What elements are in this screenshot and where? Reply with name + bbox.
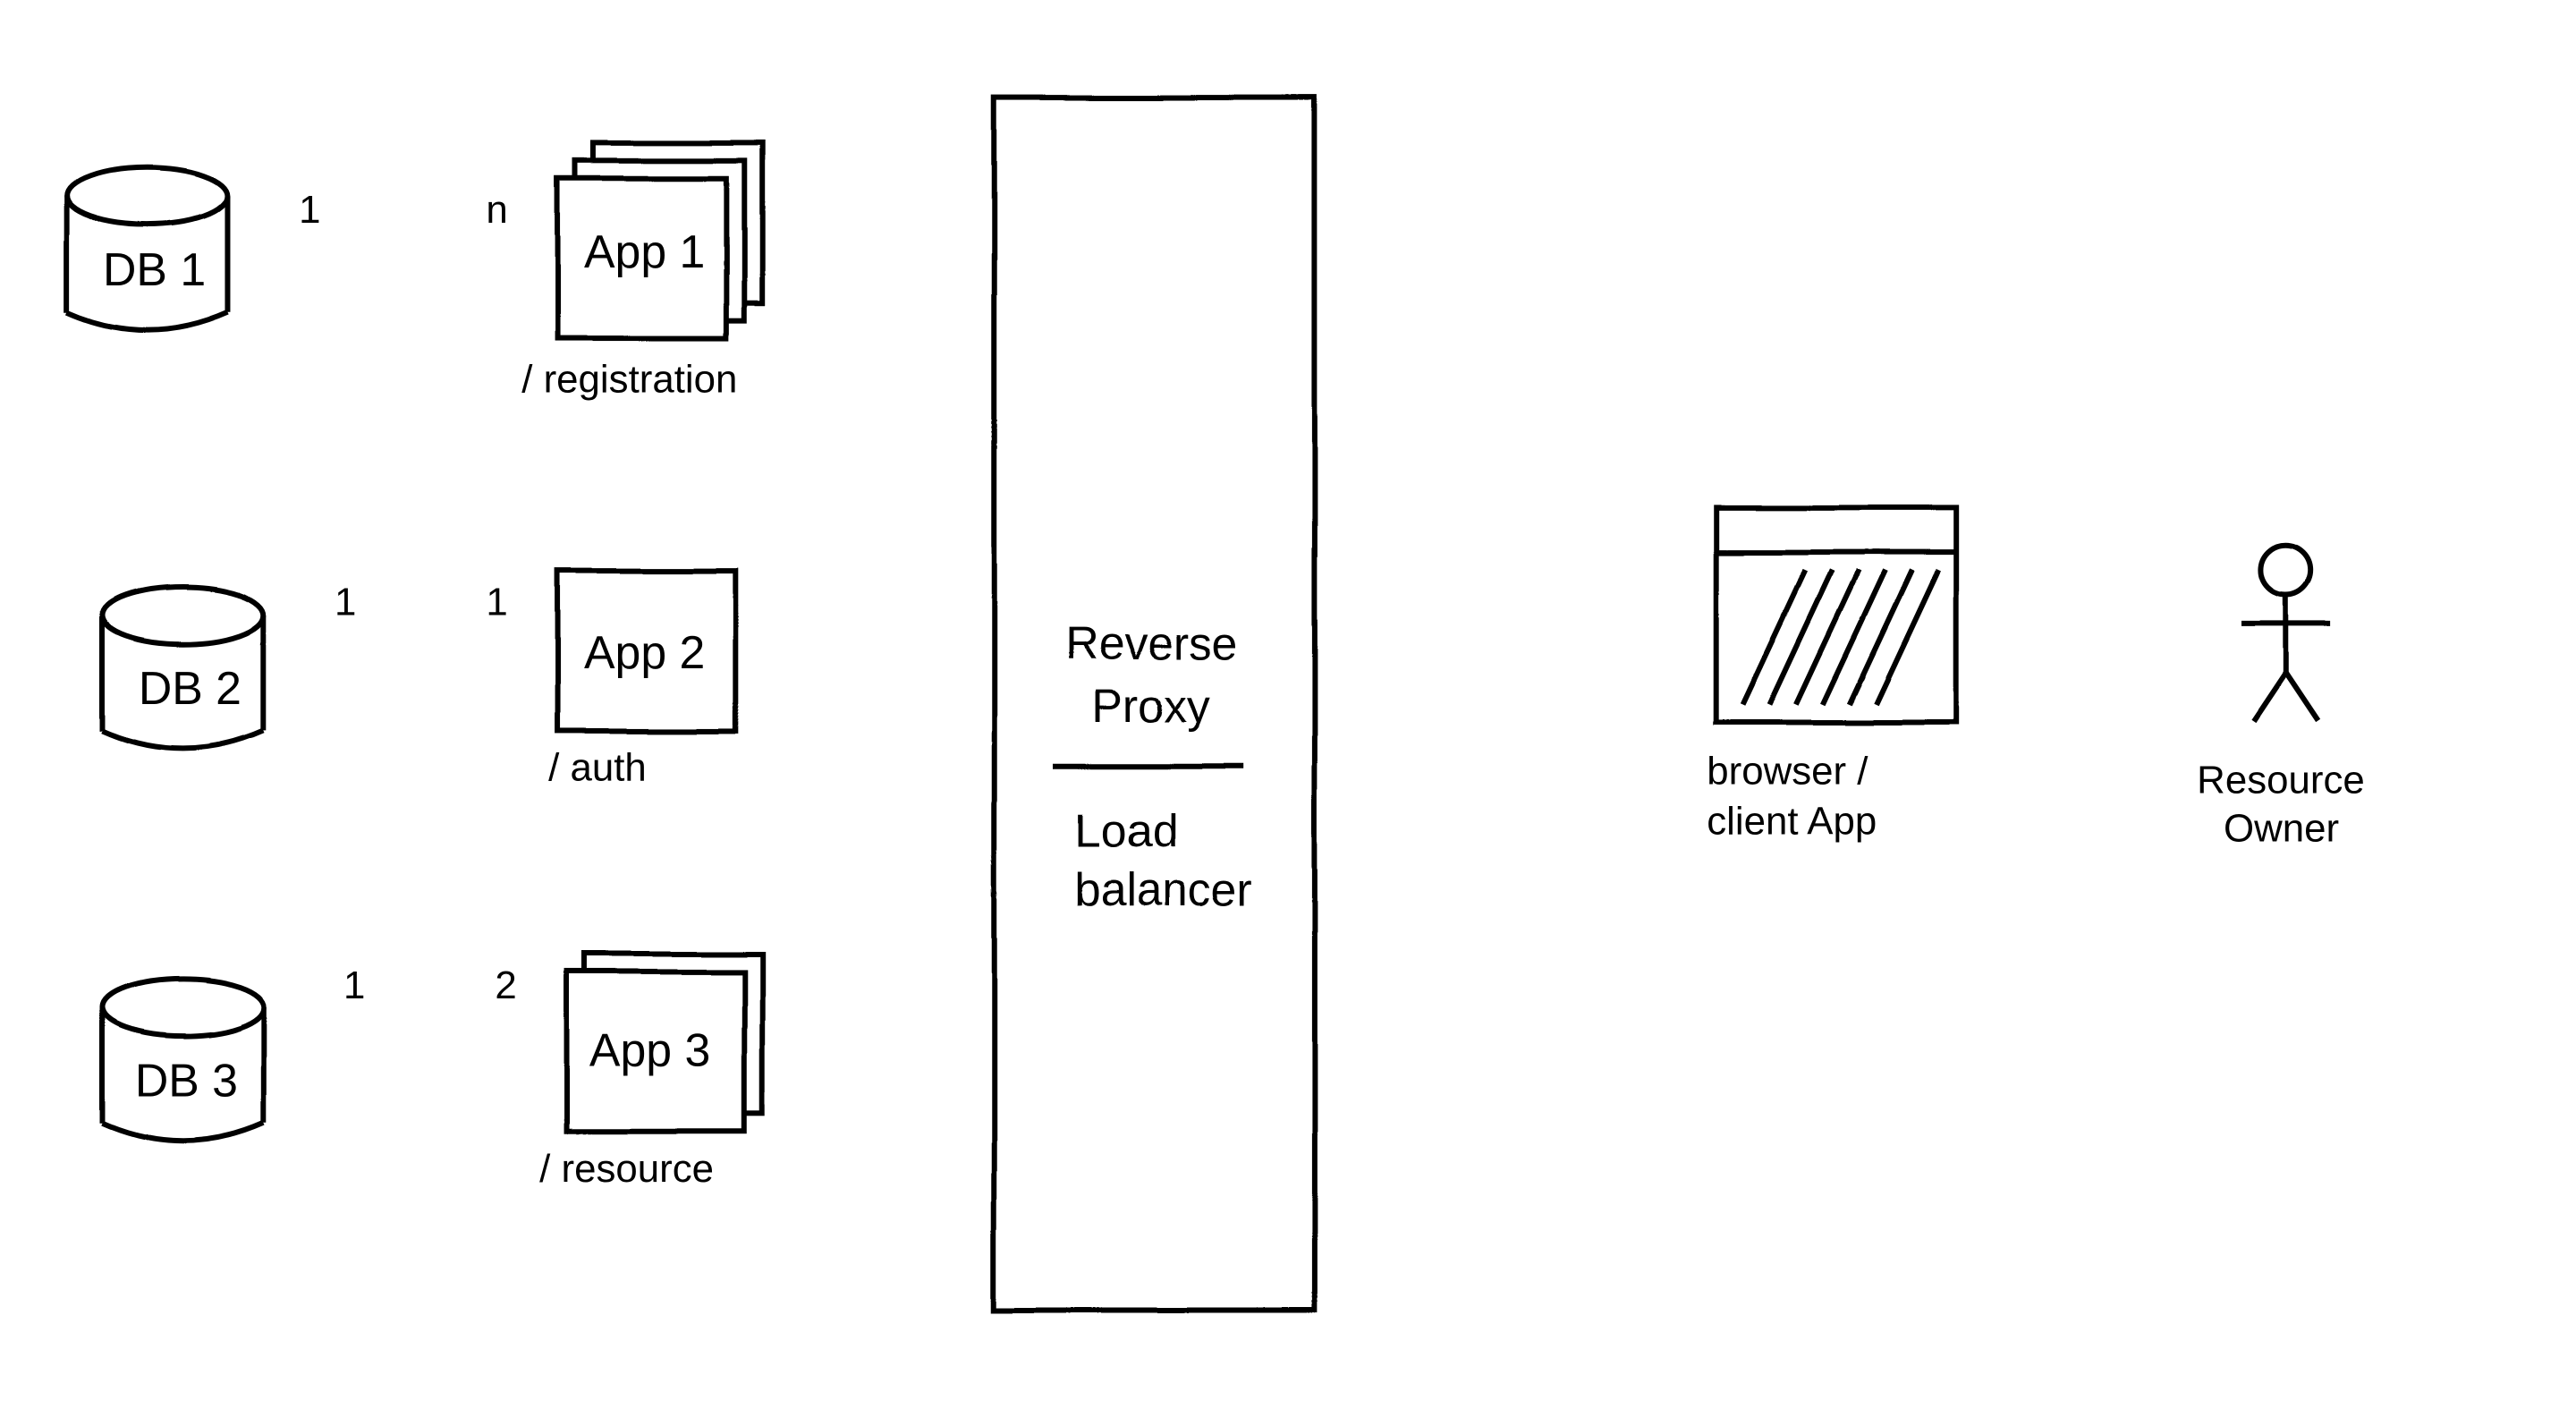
db-2-label: DB 2 [139, 662, 242, 714]
link-db3-app3: 1 2 [308, 963, 548, 1043]
app-2-label: App 2 [584, 626, 705, 678]
owner-line2: Owner [2224, 806, 2339, 850]
client-line2: client App [1707, 799, 1877, 843]
client-line1: browser / [1707, 750, 1868, 794]
card-db1: 1 [299, 188, 320, 232]
db-1-label: DB 1 [103, 243, 206, 295]
proxy-line4: balancer [1074, 863, 1252, 915]
card-db3: 1 [343, 963, 365, 1007]
reverse-proxy: Reverse Proxy Load balancer [994, 98, 1315, 1311]
app-3-route: / resource [539, 1147, 714, 1191]
app-2-route: / auth [548, 746, 647, 790]
proxy-line2: Proxy [1092, 680, 1211, 732]
app-1-label: App 1 [584, 225, 705, 277]
card-app1: n [486, 188, 507, 232]
link-db2-app2: 1 1 [299, 580, 539, 659]
card-app2: 1 [486, 580, 507, 624]
card-db2: 1 [335, 580, 356, 624]
card-app3: 2 [495, 963, 516, 1007]
resource-owner-icon [2241, 546, 2331, 722]
app-3-label: App 3 [589, 1024, 710, 1076]
db-3-label: DB 3 [135, 1054, 238, 1106]
proxy-line1: Reverse [1065, 617, 1238, 669]
link-db1-app1: 1 n [263, 188, 539, 250]
proxy-line3: Load [1074, 804, 1177, 856]
browser-client [1716, 508, 1956, 722]
owner-line1: Resource [2197, 759, 2365, 802]
app-1-route: / registration [521, 357, 737, 401]
